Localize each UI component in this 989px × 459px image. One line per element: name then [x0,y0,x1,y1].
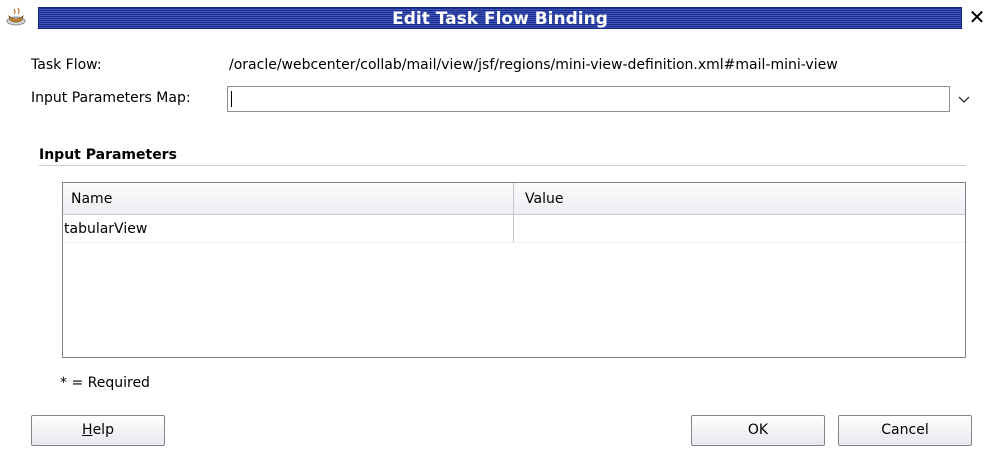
title-strip: Edit Task Flow Binding [38,7,962,29]
close-icon[interactable]: ✕ [966,6,988,28]
column-header-value[interactable]: Value [525,183,563,215]
help-label-rest: elp [92,422,114,438]
task-flow-label: Task Flow: [31,57,102,73]
input-parameters-map-combobox[interactable] [227,86,950,112]
window-title: Edit Task Flow Binding [392,9,608,29]
chevron-down-icon[interactable] [953,88,975,110]
input-parameters-map-label: Input Parameters Map: [31,90,191,106]
required-note: * = Required [60,375,150,391]
java-cup-icon [6,7,26,26]
section-divider [39,165,966,166]
cell-name[interactable]: tabularView [64,215,147,243]
table-header: Name Value [63,183,965,215]
input-parameters-heading: Input Parameters [39,147,177,163]
ok-button[interactable]: OK [691,415,825,446]
text-caret [231,91,232,107]
input-parameters-table[interactable]: Name Value tabularView [62,182,966,358]
title-bar[interactable]: Edit Task Flow Binding ✕ [0,0,989,34]
table-row[interactable]: tabularView [63,215,965,243]
column-header-name[interactable]: Name [71,183,112,215]
help-mnemonic: H [82,422,93,438]
task-flow-value: /oracle/webcenter/collab/mail/view/jsf/r… [229,57,838,73]
cancel-button[interactable]: Cancel [838,415,972,446]
help-button[interactable]: Help [31,415,165,446]
edit-task-flow-binding-dialog: Edit Task Flow Binding ✕ Task Flow: /ora… [0,0,989,459]
